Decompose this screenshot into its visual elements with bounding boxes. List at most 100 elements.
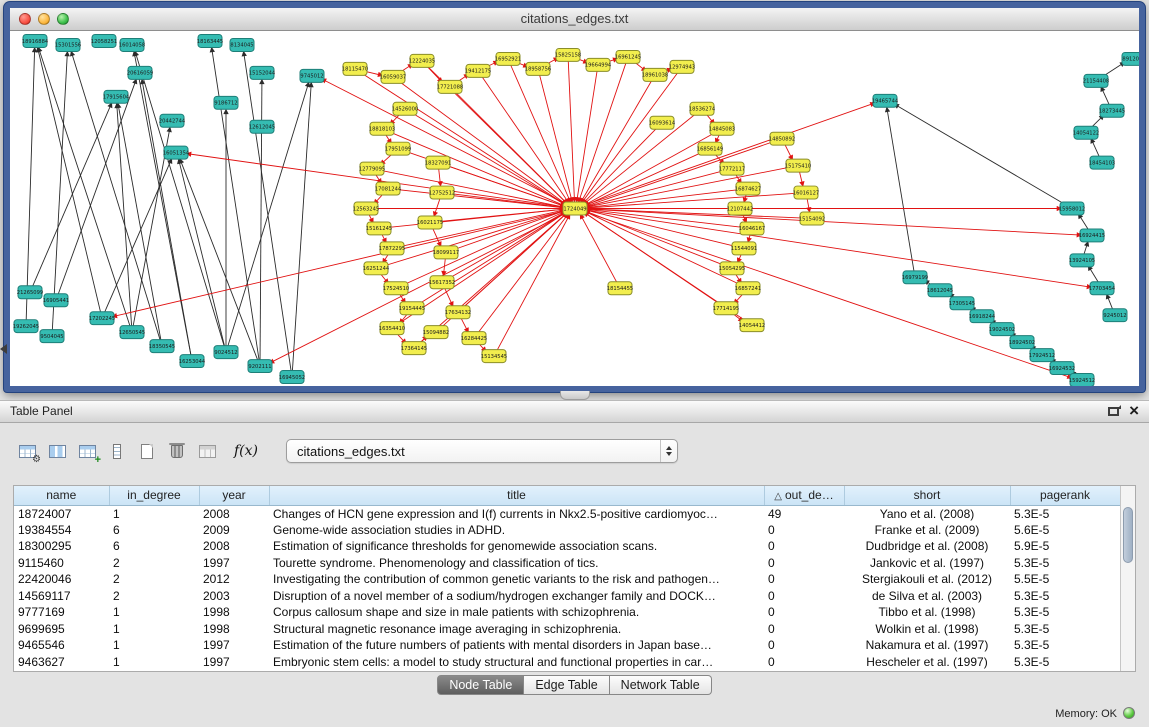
graph-node[interactable]: 12563245 — [353, 202, 379, 215]
graph-edge[interactable] — [474, 214, 568, 338]
graph-edge[interactable] — [585, 149, 710, 206]
column-header-out_de[interactable]: △out_de… — [764, 486, 844, 505]
graph-edge[interactable] — [579, 57, 628, 202]
graph-node[interactable]: 17202245 — [89, 312, 115, 325]
graph-node[interactable]: 19024502 — [989, 323, 1015, 336]
table-cell[interactable]: 1997 — [199, 637, 269, 654]
graph-node[interactable]: 12779095 — [359, 162, 385, 175]
graph-node[interactable]: 18454103 — [1089, 156, 1115, 169]
table-cell[interactable]: 18724007 — [14, 505, 109, 522]
column-header-pagerank[interactable]: pagerank — [1010, 486, 1120, 505]
table-cell[interactable]: 9465546 — [14, 637, 109, 654]
graph-edge[interactable] — [577, 65, 598, 202]
table-cell[interactable]: 6 — [109, 538, 199, 555]
table-cell[interactable]: 0 — [764, 538, 844, 555]
graph-edge[interactable] — [586, 169, 732, 207]
graph-node[interactable]: 16856149 — [697, 142, 723, 155]
table-cell[interactable]: Genome-wide association studies in ADHD. — [269, 522, 764, 539]
table-cell[interactable]: 5.9E-5 — [1010, 538, 1120, 555]
graph-edge[interactable] — [582, 67, 682, 203]
minimize-window-button[interactable] — [38, 13, 50, 25]
table-cell[interactable]: Franke et al. (2009) — [844, 522, 1010, 539]
table-cell[interactable]: 0 — [764, 654, 844, 671]
vertical-scrollbar[interactable] — [1120, 486, 1135, 671]
graph-node[interactable]: 16093614 — [649, 116, 676, 129]
table-cell[interactable]: 0 — [764, 637, 844, 654]
memory-ok-led[interactable] — [1123, 707, 1135, 719]
table-cell[interactable]: 1997 — [199, 654, 269, 671]
table-cell[interactable]: 2009 — [199, 522, 269, 539]
graph-node[interactable]: 16918244 — [969, 310, 996, 323]
column-header-year[interactable]: year — [199, 486, 269, 505]
table-cell[interactable]: 19384554 — [14, 522, 109, 539]
table-cell[interactable]: Tibbo et al. (1998) — [844, 604, 1010, 621]
table-cell[interactable]: 0 — [764, 555, 844, 572]
graph-node[interactable]: 12058251 — [91, 34, 117, 47]
graph-node[interactable]: 18958756 — [525, 62, 551, 75]
network-window-titlebar[interactable]: citations_edges.txt — [10, 8, 1139, 31]
table-row[interactable]: 1456911722003Disruption of a novel membe… — [14, 588, 1120, 605]
graph-node[interactable]: 16905441 — [43, 294, 69, 307]
graph-node[interactable]: 17634132 — [445, 306, 471, 319]
table-cell[interactable]: 1 — [109, 604, 199, 621]
import-table-button[interactable] — [192, 438, 222, 464]
table-cell[interactable]: 14569117 — [14, 588, 109, 605]
table-cell[interactable]: 1 — [109, 637, 199, 654]
show-columns-button[interactable] — [42, 438, 72, 464]
table-cell[interactable]: 9777169 — [14, 604, 109, 621]
graph-node[interactable]: 18961038 — [642, 68, 668, 81]
table-cell[interactable]: 1998 — [199, 604, 269, 621]
close-window-button[interactable] — [19, 13, 31, 25]
graph-node[interactable]: 19154445 — [399, 302, 425, 315]
delete-table-button[interactable] — [162, 438, 192, 464]
graph-node[interactable]: 15054295 — [719, 262, 745, 275]
graph-node[interactable]: 18916884 — [22, 34, 49, 47]
table-cell[interactable]: Tourette syndrome. Phenomenology and cla… — [269, 555, 764, 572]
table-cell[interactable]: Wolkin et al. (1998) — [844, 621, 1010, 638]
graph-node[interactable]: 21265099 — [17, 286, 43, 299]
graph-edge[interactable] — [584, 109, 702, 204]
table-row[interactable]: 977716911998Corpus callosum shape and si… — [14, 604, 1120, 621]
table-row[interactable]: 946362711997Embryonic stem cells: a mode… — [14, 654, 1120, 671]
graph-node[interactable]: 9186712 — [214, 96, 238, 109]
graph-node[interactable]: 15161245 — [366, 222, 392, 235]
graph-node[interactable]: 9202111 — [248, 360, 272, 373]
scrollbar-thumb[interactable] — [1123, 507, 1133, 563]
graph-node[interactable]: 17772117 — [719, 162, 745, 175]
graph-node[interactable]: 16251244 — [363, 262, 390, 275]
graph-edge[interactable] — [179, 159, 226, 352]
table-cell[interactable]: 2008 — [199, 538, 269, 555]
table-cell[interactable]: 5.3E-5 — [1010, 588, 1120, 605]
graph-node[interactable]: 8912045 — [1122, 52, 1139, 65]
graph-node[interactable]: 18612045 — [927, 284, 953, 297]
graph-edge[interactable] — [580, 215, 620, 289]
table-selector-dropdown[interactable]: citations_edges.txt — [286, 439, 678, 463]
graph-node[interactable]: 14054122 — [1073, 126, 1099, 139]
table-cell[interactable]: Dudbridge et al. (2008) — [844, 538, 1010, 555]
graph-edge[interactable] — [575, 209, 1072, 378]
graph-node[interactable]: 16021175 — [417, 216, 443, 229]
graph-node[interactable]: 18273445 — [1099, 104, 1125, 117]
table-cell[interactable]: 5.6E-5 — [1010, 522, 1120, 539]
graph-node[interactable]: 18350545 — [149, 340, 175, 353]
graph-node[interactable]: 18818103 — [369, 122, 395, 135]
table-cell[interactable]: 1998 — [199, 621, 269, 638]
tab-edge-table[interactable]: Edge Table — [524, 675, 609, 695]
graph-edge[interactable] — [458, 213, 567, 312]
graph-node[interactable]: 16284425 — [461, 332, 487, 345]
table-cell[interactable]: 9463627 — [14, 654, 109, 671]
column-header-title[interactable]: title — [269, 486, 764, 505]
graph-node[interactable]: 9504045 — [40, 330, 64, 343]
graph-node[interactable]: 16952921 — [495, 52, 521, 65]
west-panel-collapse-arrow[interactable] — [0, 344, 7, 354]
graph-edge[interactable] — [212, 48, 260, 366]
graph-node[interactable]: 19262045 — [13, 320, 39, 333]
graph-edge[interactable] — [270, 209, 575, 363]
graph-node[interactable]: 18163445 — [197, 34, 223, 47]
graph-edge[interactable] — [581, 75, 655, 203]
table-cell[interactable]: 2 — [109, 588, 199, 605]
table-cell[interactable]: 1 — [109, 654, 199, 671]
graph-node[interactable]: 16924415 — [1079, 229, 1105, 242]
graph-node[interactable]: 18536274 — [689, 102, 716, 115]
table-cell[interactable]: 5.3E-5 — [1010, 505, 1120, 522]
